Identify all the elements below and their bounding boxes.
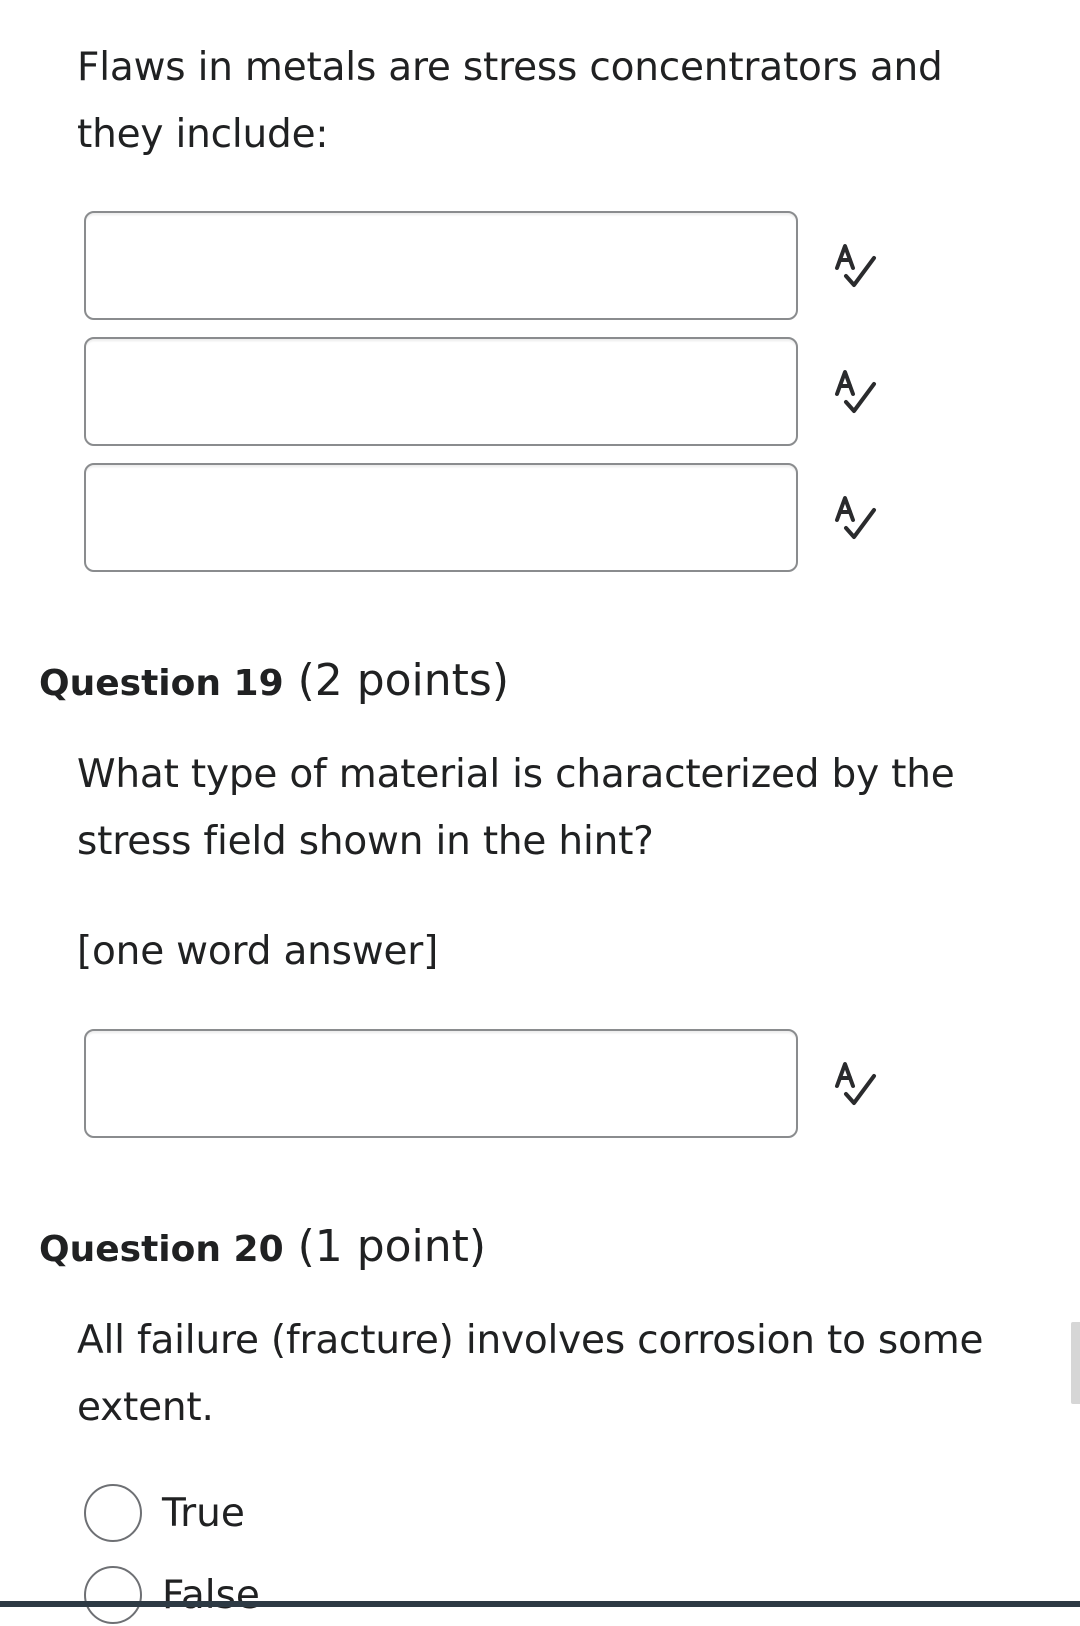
question-19-number: Question 19	[39, 663, 284, 704]
question-19-points: (2 points)	[297, 655, 510, 706]
spellcheck-icon[interactable]	[832, 240, 882, 294]
question-18-answer-input-2[interactable]	[84, 337, 798, 446]
question-18-prompt: Flaws in metals are stress concentrators…	[77, 34, 1037, 168]
spellcheck-icon[interactable]	[832, 1058, 882, 1112]
question-19-prompt: What type of material is characterized b…	[77, 741, 1037, 875]
question-20-prompt-line-1: All failure (fracture) involves corrosio…	[77, 1318, 984, 1363]
bottom-bar	[0, 1601, 1080, 1607]
question-18-answer-input-3[interactable]	[84, 463, 798, 572]
question-18-answer-input-1[interactable]	[84, 211, 798, 320]
question-19-prompt-line-1: What type of material is characterized b…	[77, 752, 955, 797]
question-18-prompt-line-2: they include:	[77, 112, 329, 157]
scrollbar-thumb[interactable]	[1071, 1322, 1080, 1404]
question-20-heading: Question 20 (1 point)	[39, 1221, 486, 1276]
question-19-prompt-line-2: stress field shown in the hint?	[77, 819, 654, 864]
question-20-points: (1 point)	[297, 1221, 487, 1272]
question-19-instruction: [one word answer]	[77, 918, 1037, 985]
spellcheck-icon[interactable]	[832, 492, 882, 546]
radio-label-false[interactable]: False	[162, 1573, 260, 1618]
spellcheck-icon[interactable]	[832, 366, 882, 420]
question-19-answer-input[interactable]	[84, 1029, 798, 1138]
question-20-prompt-line-2: extent.	[77, 1385, 214, 1430]
question-20-prompt: All failure (fracture) involves corrosio…	[77, 1307, 1037, 1441]
question-20-number: Question 20	[39, 1229, 284, 1270]
question-19-instruction-text: [one word answer]	[77, 929, 439, 974]
question-19-heading: Question 19 (2 points)	[39, 655, 509, 710]
radio-button-false[interactable]	[84, 1566, 142, 1624]
radio-label-true[interactable]: True	[162, 1491, 245, 1536]
radio-option-false[interactable]: False	[84, 1564, 260, 1626]
question-18-prompt-line-1: Flaws in metals are stress concentrators…	[77, 45, 943, 90]
radio-button-true[interactable]	[84, 1484, 142, 1542]
radio-option-true[interactable]: True	[84, 1482, 245, 1544]
